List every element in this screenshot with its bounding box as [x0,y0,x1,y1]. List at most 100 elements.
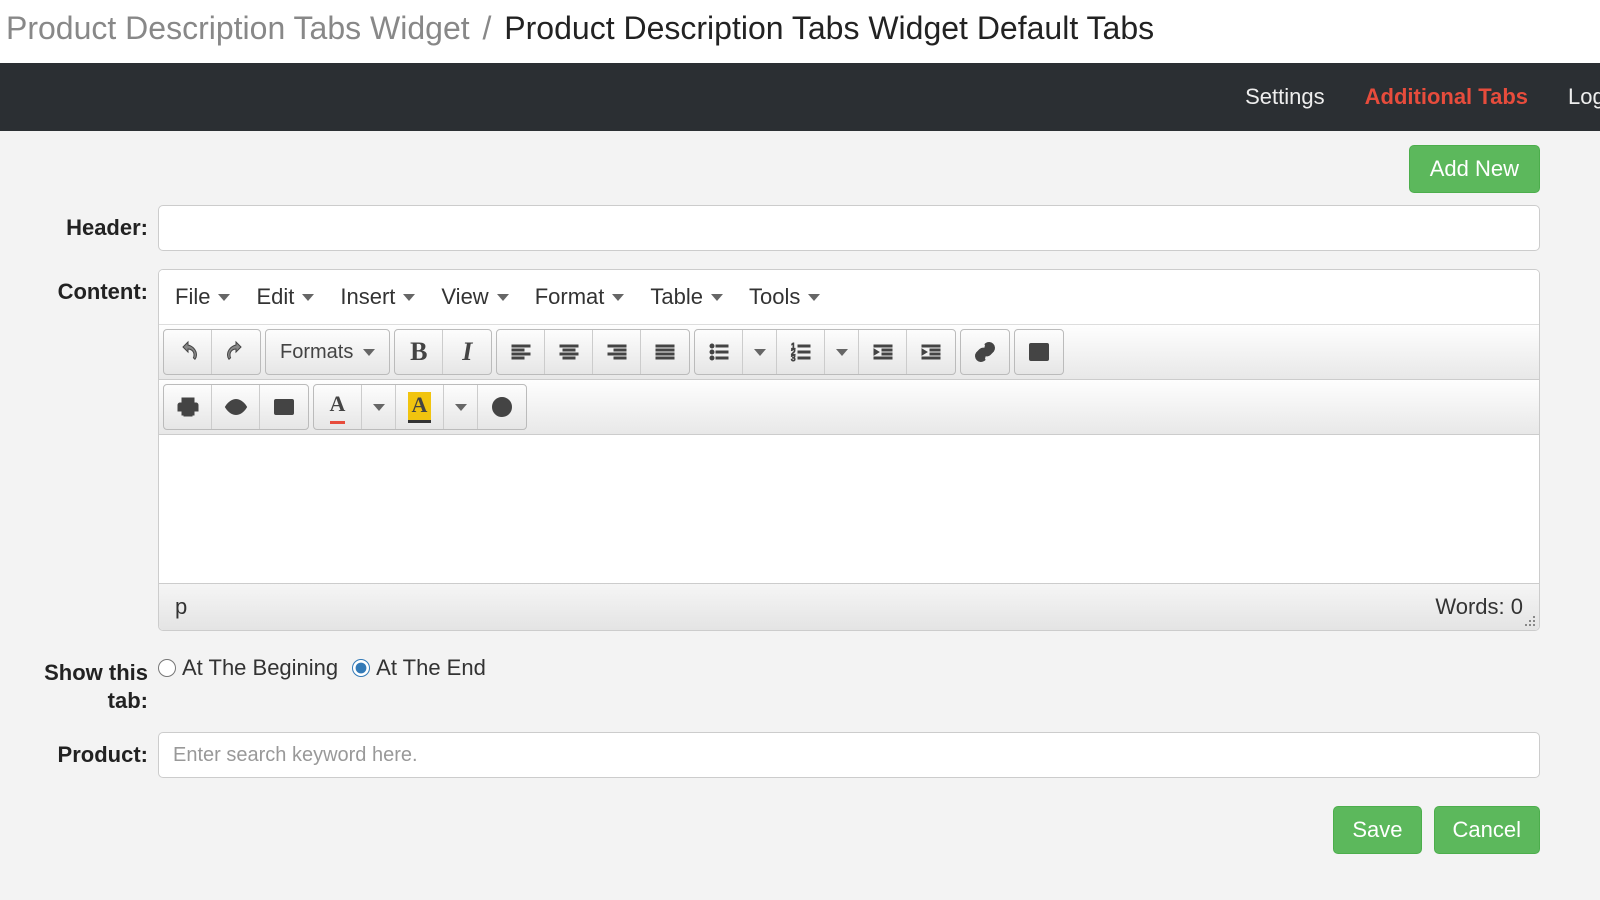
indent-button[interactable] [907,330,955,374]
radio-at-end[interactable]: At The End [352,655,486,681]
menu-edit-label: Edit [256,284,294,310]
content-label: Content: [8,269,158,305]
header-input[interactable] [158,205,1540,251]
add-new-button[interactable]: Add New [1409,145,1540,193]
bullet-list-button[interactable] [695,330,743,374]
cancel-button[interactable]: Cancel [1434,806,1540,854]
preview-button[interactable] [212,385,260,429]
caret-icon [455,404,467,411]
link-button[interactable] [961,330,1009,374]
numbered-list-more[interactable] [825,330,859,374]
editor-toolbar-row-2: A A [159,380,1539,435]
outdent-button[interactable] [859,330,907,374]
link-icon [973,340,997,364]
nav-log[interactable]: Log [1568,84,1600,110]
product-search-input[interactable] [158,732,1540,778]
menu-format[interactable]: Format [535,284,625,310]
italic-button[interactable]: I [443,330,491,374]
caret-icon [302,294,314,301]
save-button[interactable]: Save [1333,806,1421,854]
align-center-button[interactable] [545,330,593,374]
editor-path[interactable]: p [175,594,187,620]
indent-icon [919,340,943,364]
align-justify-icon [653,340,677,364]
text-color-icon: A [330,391,346,424]
breadcrumb-separator: / [483,10,492,46]
undo-icon [176,340,200,364]
breadcrumb: Product Description Tabs Widget / Produc… [0,0,1600,63]
editor-toolbar-row-1: Formats B I [159,325,1539,380]
caret-icon [373,404,385,411]
editor-statusbar: p Words: 0 [159,583,1539,630]
menu-file[interactable]: File [175,284,230,310]
menu-format-label: Format [535,284,605,310]
print-button[interactable] [164,385,212,429]
menu-table-label: Table [650,284,703,310]
image-icon [1027,340,1051,364]
numbered-list-button[interactable]: 123 [777,330,825,374]
redo-icon [224,340,248,364]
caret-icon [218,294,230,301]
align-justify-button[interactable] [641,330,689,374]
redo-button[interactable] [212,330,260,374]
media-button[interactable] [260,385,308,429]
radio-at-beginning[interactable]: At The Begining [158,655,338,681]
formats-dropdown[interactable]: Formats [266,330,389,374]
italic-icon: I [462,337,472,367]
bg-color-more[interactable] [444,385,478,429]
align-right-button[interactable] [593,330,641,374]
nav-additional-tabs[interactable]: Additional Tabs [1365,84,1528,110]
radio-at-end-input[interactable] [352,659,370,677]
bold-icon: B [410,337,427,367]
align-left-button[interactable] [497,330,545,374]
undo-button[interactable] [164,330,212,374]
menu-table[interactable]: Table [650,284,723,310]
outdent-icon [871,340,895,364]
bullet-list-icon [707,340,731,364]
radio-at-end-label: At The End [376,655,486,681]
resize-grip-icon[interactable] [1521,612,1537,628]
editor-content-area[interactable] [159,435,1539,583]
radio-at-beginning-input[interactable] [158,659,176,677]
caret-icon [497,294,509,301]
menu-view[interactable]: View [441,284,508,310]
caret-icon [754,349,766,356]
top-nav: Settings Additional Tabs Log [0,63,1600,131]
caret-icon [363,349,375,356]
menu-edit[interactable]: Edit [256,284,314,310]
caret-icon [612,294,624,301]
caret-icon [403,294,415,301]
menu-tools[interactable]: Tools [749,284,820,310]
text-color-more[interactable] [362,385,396,429]
eye-icon [224,395,248,419]
formats-label: Formats [280,341,353,364]
bold-button[interactable]: B [395,330,443,374]
bullet-list-more[interactable] [743,330,777,374]
menu-insert-label: Insert [340,284,395,310]
print-icon [176,395,200,419]
media-icon [272,395,296,419]
menu-insert[interactable]: Insert [340,284,415,310]
svg-text:3: 3 [791,354,796,363]
caret-icon [711,294,723,301]
text-color-button[interactable]: A [314,385,362,429]
words-label: Words: [1435,594,1504,619]
breadcrumb-parent[interactable]: Product Description Tabs Widget [6,10,470,46]
caret-icon [808,294,820,301]
menu-file-label: File [175,284,210,310]
bg-color-button[interactable]: A [396,385,444,429]
show-tab-label: Show this tab: [8,649,158,714]
radio-at-beginning-label: At The Begining [182,655,338,681]
nav-settings[interactable]: Settings [1245,84,1325,110]
bg-color-icon: A [408,392,432,423]
emoticons-button[interactable] [478,385,526,429]
rich-text-editor: File Edit Insert View Format Table Tools [158,269,1540,631]
menu-view-label: View [441,284,488,310]
breadcrumb-current: Product Description Tabs Widget Default … [504,10,1154,46]
image-button[interactable] [1015,330,1063,374]
numbered-list-icon: 123 [789,340,813,364]
align-right-icon [605,340,629,364]
show-tab-radio-group: At The Begining At The End [158,649,1540,681]
editor-word-count: Words: 0 [1435,594,1523,620]
editor-menubar: File Edit Insert View Format Table Tools [159,270,1539,325]
